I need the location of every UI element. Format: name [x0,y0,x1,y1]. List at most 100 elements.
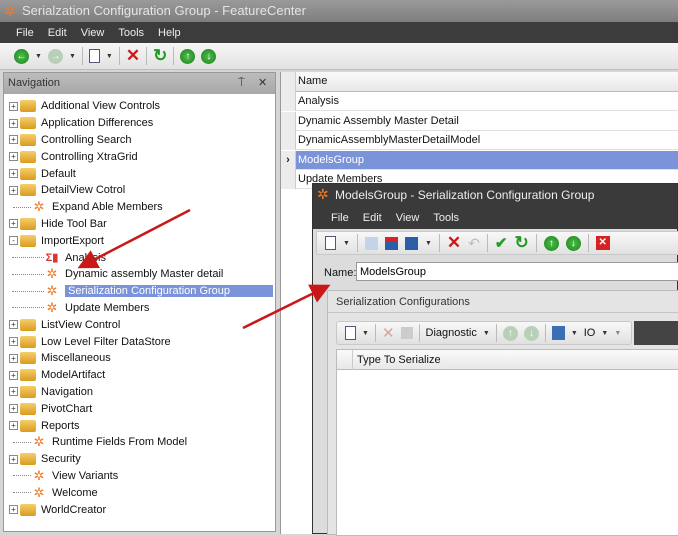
menu-help[interactable]: Help [158,27,181,39]
row-indicator-header [281,72,296,92]
tree-item[interactable]: + Miscellaneous [4,350,275,367]
tree-item[interactable]: + DetailView Cotrol [4,182,275,199]
previous-icon[interactable]: ↑ [543,235,559,251]
diagnostic-button[interactable]: Diagnostic [426,327,477,339]
tree-item[interactable]: + Controlling XtraGrid [4,148,275,165]
cell-name: Dynamic Assembly Master Detail [298,114,459,127]
expand-toggle-icon[interactable]: + [9,169,18,179]
folder-icon [20,234,36,247]
menu-view[interactable]: View [81,27,105,39]
tree-item[interactable]: ✲ View Variants [4,468,275,485]
delete-icon[interactable]: ✕ [126,46,140,66]
back-dropdown-icon[interactable]: ▼ [35,53,42,60]
new-dropdown-icon[interactable]: ▼ [106,53,113,60]
expand-toggle-icon[interactable]: + [9,152,18,162]
expand-toggle-icon[interactable]: + [9,370,18,380]
save-dropdown-icon[interactable]: ▼ [425,240,432,247]
dialog-menu-view[interactable]: View [396,212,420,224]
export-icon[interactable] [551,326,565,340]
close-dialog-icon[interactable]: ✕ [595,236,610,250]
save-and-close-icon[interactable] [384,236,398,250]
expand-toggle-icon[interactable]: + [9,454,18,464]
folder-icon [20,133,36,146]
tree-item[interactable]: ✲ Expand Able Members [4,199,275,216]
name-input[interactable] [356,262,678,281]
tree-item[interactable]: - ImportExport [4,232,275,249]
table-row[interactable]: DynamicAssemblyMasterDetailModel [281,131,678,150]
tree-item[interactable]: + Application Differences [4,115,275,132]
export-dropdown-icon[interactable]: ▼ [571,330,578,337]
tree-item[interactable]: + Additional View Controls [4,98,275,115]
tree-item-label: View Variants [52,469,119,482]
tree-item[interactable]: + Hide Tool Bar [4,216,275,233]
tree-item[interactable]: + Security [4,451,275,468]
column-name-header[interactable]: Name [298,72,327,91]
tree-item[interactable]: + Default [4,165,275,182]
save-and-new-icon[interactable] [404,236,418,250]
expand-toggle-icon[interactable]: + [9,387,18,397]
tree-item[interactable]: ✲ Welcome [4,484,275,501]
expand-toggle-icon[interactable]: + [9,185,18,195]
refresh-icon[interactable]: ↻ [514,233,528,253]
new-dropdown-icon[interactable]: ▼ [343,240,350,247]
back-icon[interactable]: ← [14,48,29,64]
io-button[interactable]: IO [584,327,596,339]
expand-toggle-icon[interactable]: + [9,118,18,128]
menu-edit[interactable]: Edit [48,27,67,39]
refresh-icon[interactable]: ↻ [153,46,167,66]
row-indicator [281,170,296,189]
tree-item[interactable]: + WorldCreator [4,501,275,518]
io-dropdown-icon[interactable]: ▼ [601,330,608,337]
expand-toggle-icon[interactable]: + [9,135,18,145]
table-row[interactable]: Analysis [281,92,678,111]
folder-icon [20,184,36,197]
overflow-icon[interactable]: ▼ [614,330,621,337]
expand-toggle-icon[interactable]: - [9,236,18,246]
separator [438,234,440,252]
dialog-menu-edit[interactable]: Edit [363,212,382,224]
tree-item[interactable]: + ModelArtifact [4,367,275,384]
close-icon[interactable]: ✕ [258,73,267,94]
column-type-to-serialize[interactable]: Type To Serialize [357,354,441,366]
expand-toggle-icon[interactable]: + [9,320,18,330]
row-indicator [281,131,296,150]
tree-item[interactable]: + Controlling Search [4,132,275,149]
expand-toggle-icon[interactable]: + [9,505,18,515]
next-icon[interactable]: ↓ [201,48,217,64]
menu-tools[interactable]: Tools [118,27,144,39]
new-icon[interactable] [88,49,100,63]
new-icon[interactable] [325,236,336,250]
expand-toggle-icon[interactable]: + [9,219,18,229]
table-row[interactable]: › ModelsGroup [281,150,678,170]
tree-item[interactable]: Σ▮ Analysis [4,249,275,266]
folder-icon [20,419,36,432]
menu-file[interactable]: File [16,27,34,39]
tree-item[interactable]: ✲ Update Members [4,300,275,317]
tree-item[interactable]: + ListView Control [4,316,275,333]
dialog-menu-tools[interactable]: Tools [433,212,459,224]
new-dropdown-icon[interactable]: ▼ [362,330,369,337]
table-row[interactable]: Dynamic Assembly Master Detail [281,111,678,131]
next-icon[interactable]: ↓ [565,235,581,251]
expand-toggle-icon[interactable]: + [9,337,18,347]
tree-item[interactable]: + Reports [4,417,275,434]
tree-item[interactable]: + Low Level Filter DataStore [4,333,275,350]
pin-icon[interactable]: ⍑ [238,73,245,94]
tree-item[interactable]: + PivotChart [4,400,275,417]
dialog-menu-file[interactable]: File [331,212,349,224]
tree-item-label: Application Differences [41,117,154,130]
tree-item[interactable]: ✲ Runtime Fields From Model [4,434,275,451]
tree-item[interactable]: ✲ Serialization Configuration Group [4,283,275,300]
tree-item[interactable]: ✲ Dynamic assembly Master detail [4,266,275,283]
delete-icon[interactable]: ✕ [447,233,461,253]
diagnostic-dropdown-icon[interactable]: ▼ [483,330,490,337]
tree-item-label: DetailView Cotrol [41,184,126,197]
tree-item[interactable]: + Navigation [4,384,275,401]
new-icon[interactable] [345,326,356,340]
expand-toggle-icon[interactable]: + [9,421,18,431]
expand-toggle-icon[interactable]: + [9,353,18,363]
validate-icon[interactable]: ✔ [495,234,508,252]
expand-toggle-icon[interactable]: + [9,101,18,111]
expand-toggle-icon[interactable]: + [9,404,18,414]
previous-icon[interactable]: ↑ [180,48,196,64]
